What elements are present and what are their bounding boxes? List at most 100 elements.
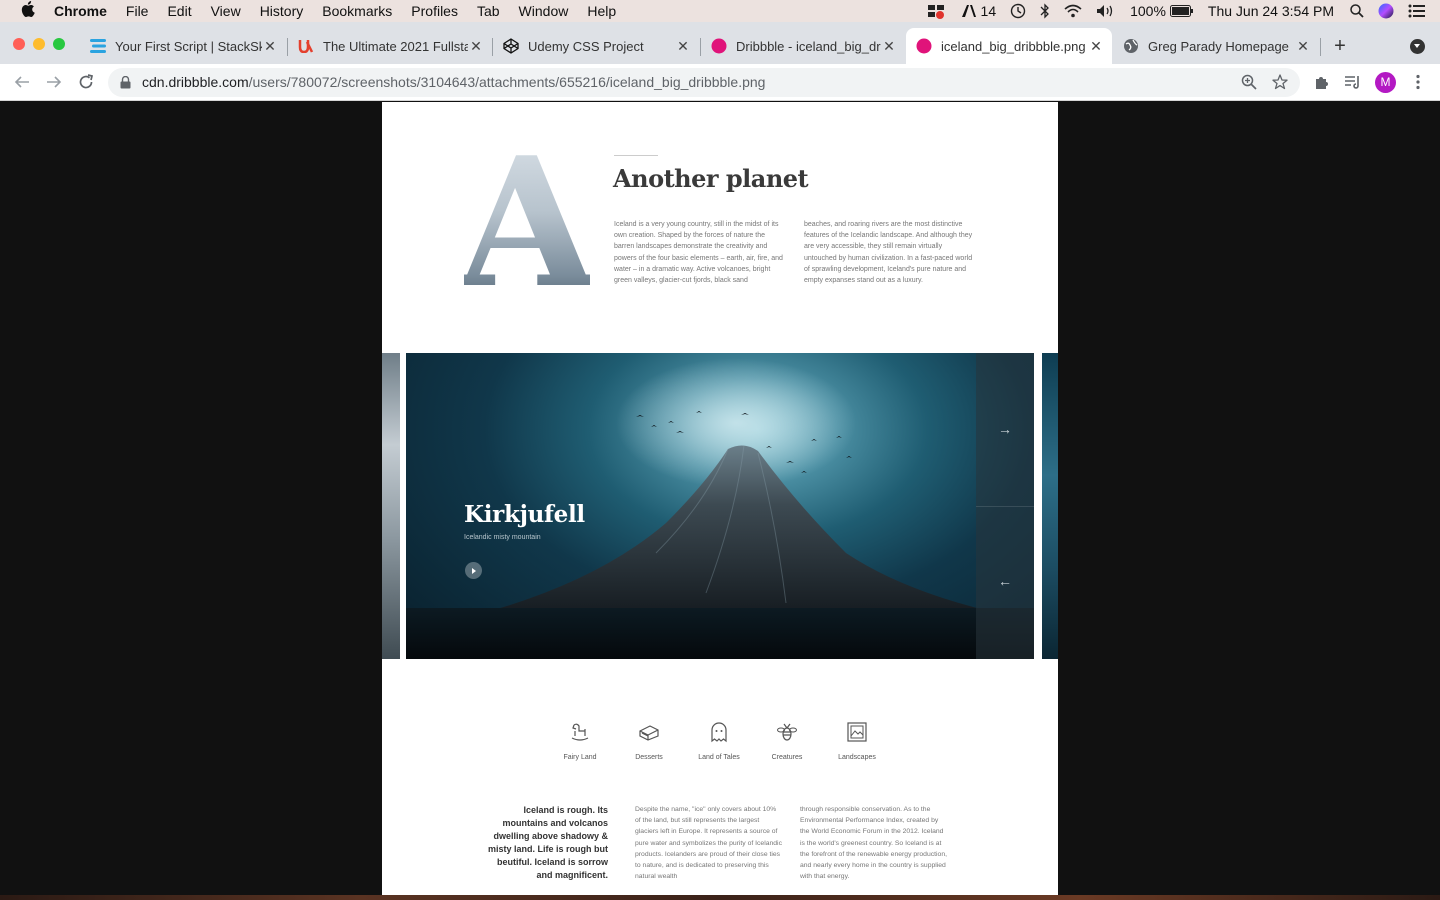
bottom-text-column-1: Despite the name, "ice" only covers abou…	[635, 806, 782, 881]
address-bar[interactable]: cdn.dribbble.com/users/780072/screenshot…	[108, 68, 1300, 97]
wifi-icon[interactable]	[1064, 4, 1082, 18]
arrow-left-icon[interactable]: ←	[996, 574, 1014, 588]
ghost-icon	[711, 722, 727, 743]
cake-icon	[639, 725, 659, 741]
tab-search-icon[interactable]	[1410, 39, 1425, 54]
forward-button[interactable]	[43, 71, 65, 93]
tab-title: Greg Parady Homepage	[1148, 38, 1289, 54]
battery-status[interactable]: 100%	[1130, 3, 1194, 19]
close-tab-icon[interactable]: ✕	[468, 38, 484, 54]
menu-edit[interactable]: Edit	[167, 3, 191, 19]
bluetooth-icon[interactable]	[1040, 3, 1050, 19]
volume-icon[interactable]	[1096, 4, 1116, 18]
category-label: Fairy Land	[563, 754, 597, 761]
drop-cap-a: A	[464, 140, 590, 290]
bookmark-star-icon[interactable]	[1272, 74, 1288, 95]
time-machine-icon[interactable]	[1010, 3, 1026, 19]
notification-count: 14	[980, 3, 997, 19]
close-tab-icon[interactable]: ✕	[1295, 38, 1311, 54]
tab-separator	[1320, 38, 1321, 56]
tab-udemy-fullstack[interactable]: The Ultimate 2021 Fullstack ✕	[288, 28, 492, 64]
udemy-icon	[298, 38, 314, 54]
dribbble-icon	[916, 38, 932, 54]
close-tab-icon[interactable]: ✕	[1088, 38, 1104, 54]
category-desserts[interactable]: Desserts	[619, 721, 679, 761]
macos-menu-bar: Chrome File Edit View History Bookmarks …	[0, 0, 1440, 22]
app-status-icon[interactable]	[927, 3, 947, 19]
tab-iceland-png-active[interactable]: iceland_big_dribbble.png ✕	[906, 28, 1112, 64]
close-tab-icon[interactable]: ✕	[675, 38, 691, 54]
profile-avatar[interactable]: M	[1375, 72, 1396, 93]
menu-bookmarks[interactable]: Bookmarks	[322, 3, 392, 19]
extensions-puzzle-icon[interactable]	[1312, 72, 1332, 92]
zoom-icon[interactable]	[1241, 74, 1257, 95]
category-label: Landscapes	[838, 754, 876, 761]
landscape-picture-icon	[847, 722, 867, 742]
next-slide-peek	[1042, 353, 1058, 659]
url-text[interactable]: cdn.dribbble.com/users/780072/screenshot…	[142, 74, 765, 90]
desktop-wallpaper-strip	[0, 895, 1440, 900]
play-button-icon[interactable]	[465, 562, 482, 579]
reload-button[interactable]	[75, 71, 97, 93]
category-land-of-tales[interactable]: Land of Tales	[689, 721, 749, 761]
menu-file[interactable]: File	[126, 3, 149, 19]
chrome-menu-icon[interactable]	[1408, 72, 1428, 92]
menu-app-name[interactable]: Chrome	[54, 3, 107, 19]
menu-window[interactable]: Window	[519, 3, 569, 19]
reading-list-icon[interactable]	[1343, 72, 1363, 92]
control-center-icon[interactable]	[1408, 4, 1426, 18]
tab-strip: Your First Script | StackSkills ✕ The Ul…	[0, 22, 1440, 64]
adobe-icon[interactable]: 14	[961, 3, 997, 19]
close-tab-icon[interactable]: ✕	[881, 38, 897, 54]
lake-foreground	[406, 608, 1034, 659]
apple-menu-icon[interactable]	[18, 1, 38, 21]
bottom-lead-quote: Iceland is rough. Its mountains and volc…	[487, 805, 608, 880]
arrow-right-icon[interactable]: →	[996, 422, 1014, 436]
globe-icon	[1123, 38, 1139, 54]
tab-title: Udemy CSS Project	[528, 38, 644, 54]
minimize-window-button[interactable]	[33, 38, 45, 50]
intro-text-column-1: Iceland is a very young country, still i…	[614, 221, 783, 285]
menu-profiles[interactable]: Profiles	[411, 3, 458, 19]
url-host: cdn.dribbble.com	[142, 74, 249, 90]
close-tab-icon[interactable]: ✕	[262, 38, 278, 54]
tab-udemy-css[interactable]: Udemy CSS Project ✕	[493, 28, 699, 64]
section-heading: Another planet	[613, 164, 809, 193]
spotlight-search-icon[interactable]	[1350, 4, 1364, 18]
slide-subtitle: Icelandic misty mountain	[464, 534, 541, 541]
slide-title: Kirkjufell	[464, 501, 585, 528]
new-tab-button[interactable]: +	[1330, 36, 1350, 56]
previous-slide-peek	[382, 353, 400, 659]
lock-icon[interactable]	[120, 75, 131, 94]
back-button[interactable]	[11, 71, 33, 93]
menu-history[interactable]: History	[260, 3, 304, 19]
iceland-design-image: A Another planet Iceland is a very young…	[382, 102, 1058, 895]
battery-percent: 100%	[1130, 3, 1166, 19]
tab-stackskills[interactable]: Your First Script | StackSkills ✕	[80, 28, 286, 64]
browser-toolbar: cdn.dribbble.com/users/780072/screenshot…	[0, 64, 1440, 101]
codepen-icon	[503, 38, 519, 54]
category-landscapes[interactable]: Landscapes	[827, 721, 887, 761]
category-label: Land of Tales	[698, 754, 740, 761]
category-label: Desserts	[635, 754, 663, 761]
tab-title: iceland_big_dribbble.png	[941, 38, 1086, 54]
siri-icon[interactable]	[1378, 3, 1394, 19]
hero-slide: Kirkjufell Icelandic misty mountain → ←	[406, 353, 1034, 659]
bee-icon	[777, 723, 797, 741]
slider-nav-divider	[976, 506, 1034, 507]
bottom-text-column-2: through responsible conservation. As to …	[800, 806, 947, 881]
menu-help[interactable]: Help	[587, 3, 616, 19]
tab-greg-parady[interactable]: Greg Parady Homepage ✕	[1113, 28, 1319, 64]
close-window-button[interactable]	[13, 38, 25, 50]
category-creatures[interactable]: Creatures	[757, 721, 817, 761]
menubar-clock[interactable]: Thu Jun 24 3:54 PM	[1208, 3, 1334, 19]
tab-title: Your First Script | StackSkills	[115, 38, 262, 54]
fullscreen-window-button[interactable]	[53, 38, 65, 50]
category-fairy-land[interactable]: Fairy Land	[550, 721, 610, 761]
menu-tab[interactable]: Tab	[477, 3, 500, 19]
menu-view[interactable]: View	[211, 3, 241, 19]
rocking-horse-icon	[571, 723, 589, 741]
drop-cap-letter: A	[464, 140, 590, 290]
intro-text-column-2: beaches, and roaring rivers are the most…	[804, 221, 973, 285]
tab-dribbble-shot[interactable]: Dribbble - iceland_big_dribbble ✕	[701, 28, 905, 64]
